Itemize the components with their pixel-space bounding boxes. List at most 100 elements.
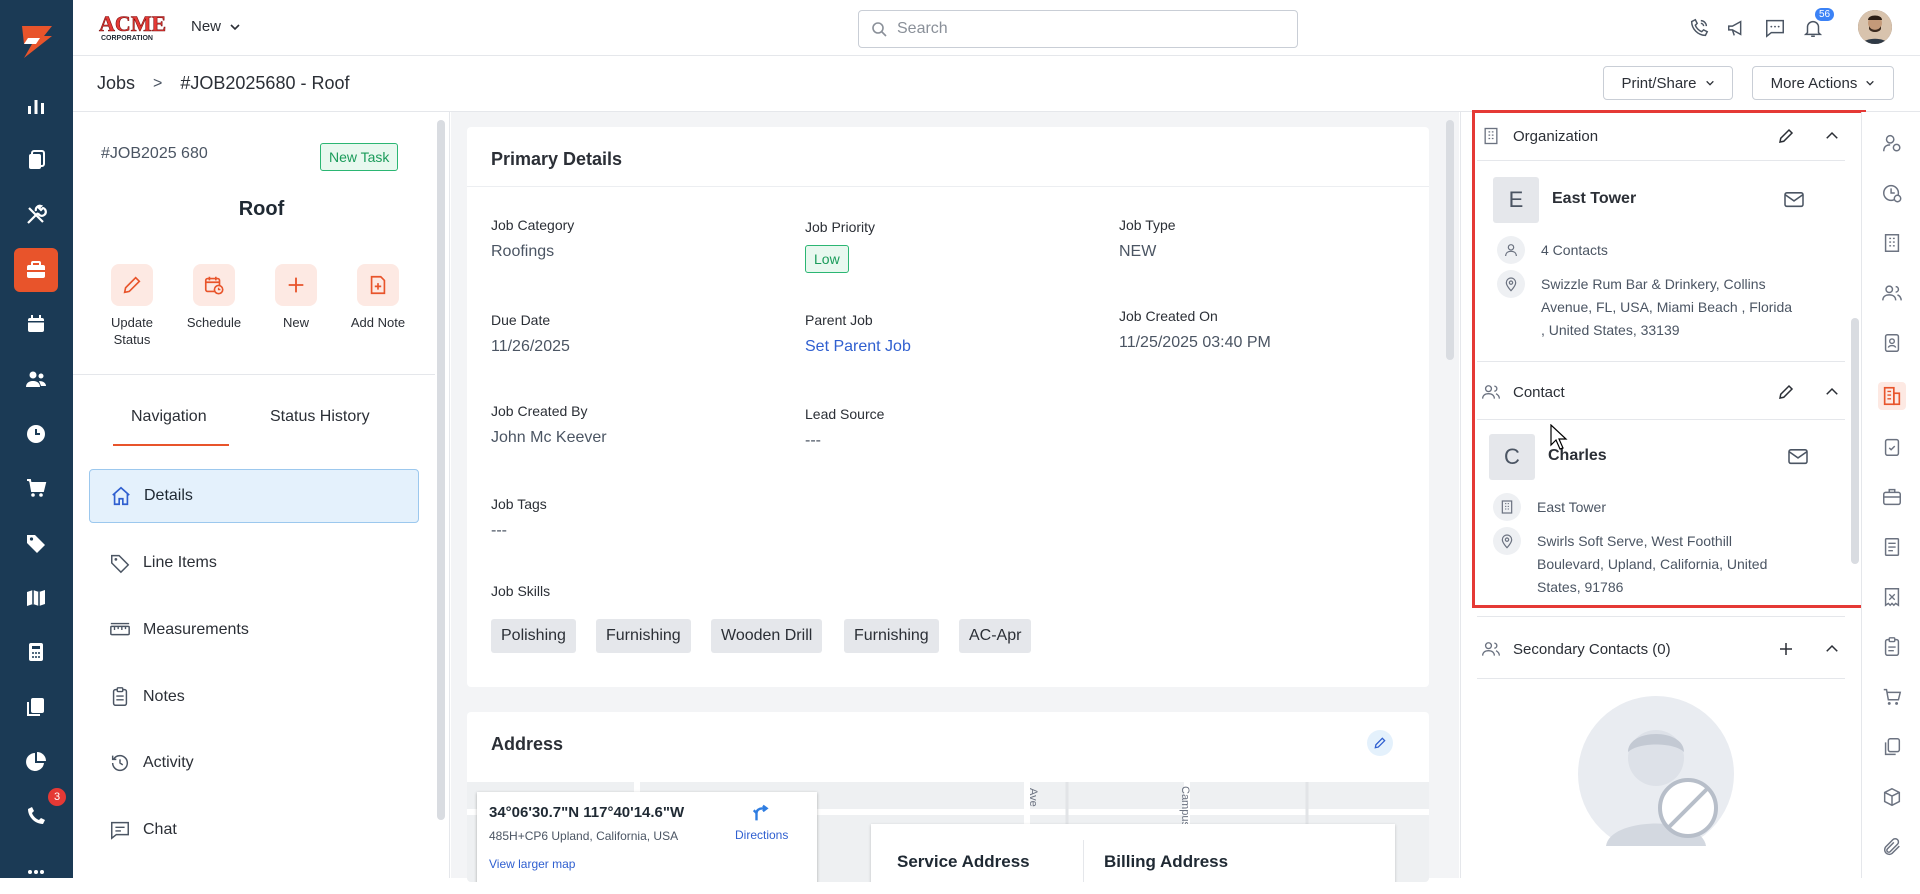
pencil-icon — [1374, 737, 1386, 749]
calendar-icon[interactable] — [14, 302, 58, 346]
top-bar: ACMECORPORATION New 56 — [73, 0, 1920, 56]
package-icon[interactable] — [1879, 784, 1905, 810]
app-sidebar: 3 — [0, 0, 73, 878]
organization-rail-icon[interactable] — [1878, 382, 1906, 410]
field-value: --- — [805, 432, 821, 449]
more-icon[interactable] — [14, 850, 58, 894]
user-settings-icon[interactable] — [1879, 130, 1905, 156]
invoice-icon[interactable] — [1879, 534, 1905, 560]
files-icon[interactable] — [14, 685, 58, 729]
map-view[interactable]: Ave Campus 34°06'30.7"N 117°40'14.6"W 48… — [467, 782, 1429, 882]
highlight-box — [1472, 110, 1866, 608]
nav-item-notes[interactable]: Notes — [89, 670, 419, 724]
tab-status-history[interactable]: Status History — [270, 408, 370, 426]
schedule-button[interactable]: Schedule — [173, 264, 255, 331]
section-title: Primary Details — [467, 127, 1429, 187]
calendar-clock-icon — [204, 276, 224, 295]
search-icon — [872, 22, 887, 37]
job-title: Roof — [238, 198, 285, 220]
chevron-down-icon — [1705, 80, 1714, 86]
tab-navigation[interactable]: Navigation — [131, 408, 207, 426]
receipt-icon[interactable] — [1879, 584, 1905, 610]
bell-icon[interactable]: 56 — [1799, 8, 1835, 42]
jobs-icon[interactable] — [14, 248, 58, 292]
people-icon — [1482, 642, 1500, 656]
calculator-icon[interactable] — [14, 630, 58, 674]
phone-icon[interactable] — [1685, 14, 1713, 42]
add-note-button[interactable]: Add Note — [337, 264, 419, 331]
field-parent-job: Parent Job Set Parent Job — [805, 312, 911, 356]
clipboard-icon — [112, 687, 128, 706]
briefcase-icon[interactable] — [1879, 484, 1905, 510]
nav-item-label: Line Items — [143, 554, 217, 571]
nav-item-label: Notes — [143, 688, 185, 705]
documents-icon[interactable] — [14, 138, 58, 182]
nav-item-details[interactable]: Details — [89, 469, 419, 523]
chevron-up-icon[interactable] — [1823, 640, 1841, 658]
chevron-down-icon — [1866, 80, 1875, 86]
tag-icon[interactable] — [14, 521, 58, 565]
main-scrollbar[interactable] — [1446, 120, 1454, 360]
field-label: Parent Job — [805, 312, 873, 328]
view-larger-map-link[interactable]: View larger map — [489, 857, 805, 871]
skill-chip: Furnishing — [596, 619, 691, 653]
edit-address-button[interactable] — [1367, 730, 1393, 756]
brand-logo[interactable]: ACME CORPORATION — [97, 9, 169, 43]
customers-icon[interactable] — [14, 357, 58, 401]
breadcrumb-jobs-link[interactable]: Jobs — [97, 73, 135, 94]
directions-button[interactable]: Directions — [735, 802, 788, 842]
clock-icon[interactable] — [1879, 180, 1905, 206]
field-label: Job Priority — [805, 219, 876, 235]
search-box[interactable] — [858, 10, 1298, 48]
contact-book-icon[interactable] — [1879, 330, 1905, 356]
people-icon[interactable] — [1879, 280, 1905, 306]
copy-icon[interactable] — [1879, 734, 1905, 760]
nav-item-line-items[interactable]: Line Items — [89, 536, 419, 590]
divider — [73, 374, 435, 375]
user-avatar[interactable] — [1858, 10, 1892, 44]
map-street-label: Campus — [1179, 786, 1191, 827]
tools-icon[interactable] — [14, 193, 58, 237]
svg-text:ACME: ACME — [99, 11, 166, 36]
search-input[interactable] — [897, 20, 1277, 38]
time-icon[interactable] — [14, 412, 58, 456]
cart-icon[interactable] — [14, 466, 58, 510]
shopping-cart-icon[interactable] — [1879, 684, 1905, 710]
map-street-label: Ave — [1027, 788, 1039, 807]
nav-item-chat[interactable]: Chat — [89, 803, 419, 857]
skill-chip: Furnishing — [844, 619, 939, 653]
more-actions-button[interactable]: More Actions — [1752, 66, 1894, 100]
address-card: Address Ave Campus 34°06'30.7"N 117°40'1… — [467, 712, 1429, 882]
skill-chip: Polishing — [491, 619, 576, 653]
breadcrumb: Jobs > #JOB2025680 - Roof — [97, 73, 350, 94]
left-panel-scrollbar[interactable] — [437, 120, 445, 820]
field-label: Job Created By — [491, 403, 588, 419]
field-value: --- — [491, 522, 507, 539]
primary-details-card: Primary Details Job Category Roofings Job… — [467, 127, 1429, 687]
update-status-button[interactable]: Update Status — [91, 264, 173, 348]
field-label: Job Category — [491, 217, 575, 233]
attachment-icon[interactable] — [1879, 834, 1905, 860]
chat-icon[interactable] — [1761, 14, 1789, 42]
checklist-icon[interactable] — [1879, 634, 1905, 660]
print-share-button[interactable]: Print/Share — [1603, 66, 1733, 100]
megaphone-icon[interactable] — [1723, 14, 1751, 42]
new-action-button[interactable]: New — [255, 264, 337, 331]
nav-item-activity[interactable]: Activity — [89, 736, 419, 790]
field-label: Due Date — [491, 312, 551, 328]
nav-item-measurements[interactable]: Measurements — [89, 603, 419, 657]
map-icon[interactable] — [14, 576, 58, 620]
divider — [1477, 616, 1845, 617]
clipboard-check-icon[interactable] — [1879, 434, 1905, 460]
field-value: Roofings — [491, 243, 555, 260]
field-value: 11/25/2025 03:40 PM — [1119, 334, 1271, 351]
set-parent-job-link[interactable]: Set Parent Job — [805, 338, 911, 356]
reports-icon[interactable] — [14, 84, 58, 128]
pie-chart-icon[interactable] — [14, 740, 58, 784]
support-icon[interactable]: 3 — [14, 786, 68, 838]
app-logo[interactable] — [14, 18, 60, 64]
add-icon[interactable] — [1777, 640, 1795, 658]
new-dropdown[interactable]: New — [191, 18, 241, 35]
field-value: John Mc Keever — [491, 429, 607, 446]
building-icon[interactable] — [1879, 230, 1905, 256]
